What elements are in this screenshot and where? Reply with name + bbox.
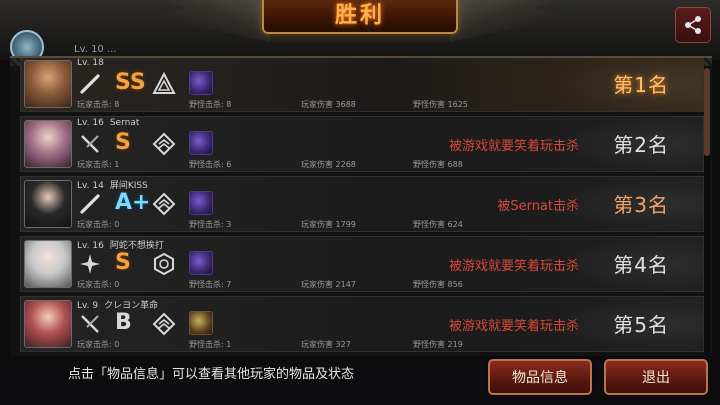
beast-item-icon[interactable]	[189, 71, 213, 95]
killed-by-text: 被游戏就要笑着玩击杀	[448, 319, 579, 334]
player-name: Sernat	[109, 118, 140, 128]
monster-kills: 野怪击杀: 3	[189, 220, 232, 229]
beast-item-icon[interactable]	[189, 191, 213, 215]
golden-item-icon[interactable]	[189, 311, 213, 335]
grade-badge: A+	[115, 190, 151, 215]
monster-damage: 野怪伤害 624	[413, 220, 463, 229]
monster-kills: 野怪击杀: 7	[189, 280, 232, 289]
player-damage: 玩家伤害 2147	[301, 280, 356, 289]
player-level: Lv. 9	[77, 301, 99, 311]
bat-icon[interactable]	[77, 71, 103, 97]
monster-damage: 野怪伤害 1625	[413, 100, 468, 109]
player-damage: 玩家伤害 2268	[301, 160, 356, 169]
player-row[interactable]: Lv. 14 屏间KISS A+ 玩家击杀: 0 野怪击杀: 3 玩家伤害 179…	[20, 176, 704, 232]
grade-badge: SS	[115, 70, 146, 95]
killed-by-text: 被游戏就要笑着玩击杀	[448, 139, 579, 154]
shuriken-icon[interactable]	[77, 251, 103, 277]
scrollbar-thumb[interactable]	[704, 68, 710, 156]
player-level-name: Lv. 18	[77, 58, 110, 68]
rank-label: 第3名	[613, 193, 669, 217]
rank-label: 第4名	[613, 253, 669, 277]
bat-icon[interactable]	[77, 191, 103, 217]
player-level: Lv. 16	[77, 118, 104, 128]
avatar[interactable]	[24, 300, 72, 348]
grade-badge: B	[115, 310, 132, 335]
avatar[interactable]	[24, 240, 72, 288]
share-icon	[685, 16, 701, 34]
player-level: Lv. 18	[77, 58, 104, 68]
player-row[interactable]: Lv. 9 クレヨン革命 B 玩家击杀: 0 野怪击杀: 1 玩家伤害 327 野…	[20, 296, 704, 352]
chevron-armor-icon[interactable]	[151, 191, 177, 217]
monster-kills: 野怪击杀: 8	[189, 100, 232, 109]
item-info-button[interactable]: 物品信息	[488, 359, 592, 395]
avatar[interactable]	[24, 60, 72, 108]
crossed-blades-icon[interactable]	[77, 131, 103, 157]
results-panel: Lv. 18 SS 玩家击杀: 8 野怪击杀: 8 玩家伤害 3688 野怪伤害…	[10, 56, 712, 356]
player-kills: 玩家击杀: 8	[77, 100, 120, 109]
monster-damage: 野怪伤害 219	[413, 340, 463, 349]
crossed-blades-icon[interactable]	[77, 311, 103, 337]
rank-label: 第5名	[613, 313, 669, 337]
player-kills: 玩家击杀: 1	[77, 160, 120, 169]
page-title: 胜利	[334, 3, 385, 28]
triangle-armor-icon[interactable]	[151, 71, 177, 97]
player-damage: 玩家伤害 3688	[301, 100, 356, 109]
player-row[interactable]: Lv. 16 阿蛇不想挨打 S 玩家击杀: 0 野怪击杀: 7 玩家伤害 2147…	[20, 236, 704, 292]
player-kills: 玩家击杀: 0	[77, 220, 120, 229]
player-row[interactable]: Lv. 18 SS 玩家击杀: 8 野怪击杀: 8 玩家伤害 3688 野怪伤害…	[20, 58, 704, 112]
beast-item-icon[interactable]	[189, 131, 213, 155]
monster-damage: 野怪伤害 688	[413, 160, 463, 169]
player-kills: 玩家击杀: 0	[77, 340, 120, 349]
victory-banner: 胜利	[262, 0, 458, 34]
avatar[interactable]	[24, 120, 72, 168]
player-damage: 玩家伤害 1799	[301, 220, 356, 229]
player-level: Lv. 14	[77, 181, 104, 191]
player-level-name: Lv. 16 Sernat	[77, 118, 139, 128]
player-kills: 玩家击杀: 0	[77, 280, 120, 289]
hint-text: 点击「物品信息」可以查看其他玩家的物品及状态	[68, 367, 355, 382]
beast-item-icon[interactable]	[189, 251, 213, 275]
rank-label: 第2名	[613, 133, 669, 157]
killed-by-text: 被游戏就要笑着玩击杀	[448, 259, 579, 274]
share-button[interactable]	[675, 7, 711, 43]
player-level: Lv. 16	[77, 241, 104, 251]
chevron-armor-icon[interactable]	[151, 131, 177, 157]
monster-kills: 野怪击杀: 1	[189, 340, 232, 349]
killed-by-text: 被Sernat击杀	[497, 199, 579, 214]
exit-button[interactable]: 退出	[604, 359, 708, 395]
avatar[interactable]	[24, 180, 72, 228]
monster-damage: 野怪伤害 856	[413, 280, 463, 289]
truncated-header-text: Lv. 10 ...	[74, 44, 117, 55]
rank-label: 第1名	[613, 73, 669, 97]
player-row[interactable]: Lv. 16 Sernat S 玩家击杀: 1 野怪击杀: 6 玩家伤害 2268…	[20, 116, 704, 172]
player-damage: 玩家伤害 327	[301, 340, 351, 349]
chevron-armor-icon[interactable]	[151, 311, 177, 337]
hexagon-armor-icon[interactable]	[151, 251, 177, 277]
grade-badge: S	[115, 130, 131, 155]
monster-kills: 野怪击杀: 6	[189, 160, 232, 169]
grade-badge: S	[115, 250, 131, 275]
